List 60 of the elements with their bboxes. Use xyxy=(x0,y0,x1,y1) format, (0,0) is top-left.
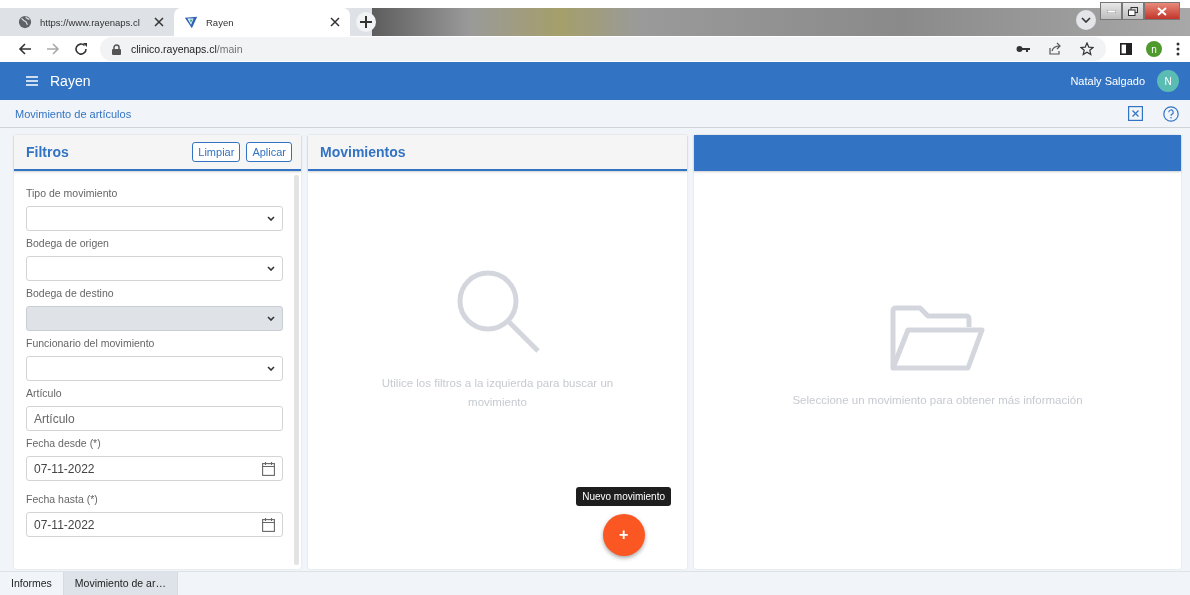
app-title: Rayen xyxy=(50,73,91,89)
scrollbar[interactable] xyxy=(294,175,299,565)
field-label: Funcionario del movimiento xyxy=(26,337,156,350)
key-icon[interactable] xyxy=(1016,45,1030,53)
close-button[interactable] xyxy=(1144,2,1180,20)
help-icon[interactable] xyxy=(1163,105,1179,122)
filter-button[interactable]: Limpiar xyxy=(192,142,241,162)
field-label: Fecha desde (*) xyxy=(26,437,102,450)
globe-icon xyxy=(18,15,32,29)
browser-tab[interactable]: https://www.rayenaps.cl xyxy=(8,8,174,36)
logo-icon xyxy=(184,15,198,29)
menu-icon[interactable] xyxy=(26,76,38,86)
folder-icon xyxy=(889,304,986,371)
restore-icon xyxy=(1128,6,1138,16)
chevron-icon xyxy=(267,366,275,371)
url-text: clinico.rayenaps.cl/main xyxy=(131,43,243,55)
date-field[interactable]: 07-11-2022 xyxy=(26,456,283,481)
bottom-tab[interactable]: Movimiento de ar… xyxy=(63,572,178,595)
field-label: Bodega de origen xyxy=(26,237,110,250)
chevron-icon xyxy=(1081,17,1091,23)
plus-icon xyxy=(360,16,372,28)
new-tab-button[interactable] xyxy=(356,12,376,32)
lock-icon xyxy=(112,43,121,55)
profile-avatar[interactable]: n xyxy=(1146,41,1162,57)
dropdown-field[interactable] xyxy=(26,206,283,231)
breadcrumb-link[interactable]: Movimiento de artículos xyxy=(15,107,132,120)
more-icon[interactable] xyxy=(1176,42,1180,56)
calendar-icon[interactable] xyxy=(262,517,275,532)
close-icon xyxy=(1157,6,1167,16)
dropdown-field[interactable] xyxy=(26,356,283,381)
calendar-icon[interactable] xyxy=(262,461,275,476)
address-field[interactable]: clinico.rayenaps.cl/main xyxy=(100,37,1106,61)
field-label: Artículo xyxy=(26,387,63,400)
panel-title: Filtros xyxy=(26,144,69,160)
panel-title: Movimientos xyxy=(320,144,406,160)
bottom-tab[interactable]: Informes xyxy=(0,572,64,595)
tooltip: Nuevo movimiento xyxy=(576,487,671,506)
minimize-icon xyxy=(1106,9,1116,13)
reload-icon[interactable] xyxy=(74,42,88,56)
close-icon[interactable] xyxy=(330,17,340,27)
tab-search-button[interactable] xyxy=(1076,10,1096,30)
chevron-icon xyxy=(267,316,275,321)
close-icon[interactable] xyxy=(154,17,164,27)
dropdown-field[interactable] xyxy=(26,256,283,281)
field-label: Bodega de destino xyxy=(26,287,115,300)
chevron-icon xyxy=(267,216,275,221)
user-name: Nataly Salgado xyxy=(1070,75,1145,87)
share-icon[interactable] xyxy=(1048,42,1062,56)
back-icon[interactable] xyxy=(18,42,32,56)
filter-button[interactable]: Aplicar xyxy=(246,142,292,162)
input-field[interactable]: Artículo xyxy=(26,406,283,431)
restore-button[interactable] xyxy=(1122,2,1144,20)
side-panel-icon[interactable] xyxy=(1120,43,1132,55)
star-icon[interactable] xyxy=(1080,42,1094,56)
field-label: Tipo de movimiento xyxy=(26,187,119,200)
browser-tab[interactable]: Rayen xyxy=(174,8,350,36)
minimize-button[interactable] xyxy=(1100,2,1122,20)
field-label: Fecha hasta (*) xyxy=(26,493,99,506)
date-field[interactable]: 07-11-2022 xyxy=(26,512,283,537)
chevron-icon xyxy=(267,266,275,271)
